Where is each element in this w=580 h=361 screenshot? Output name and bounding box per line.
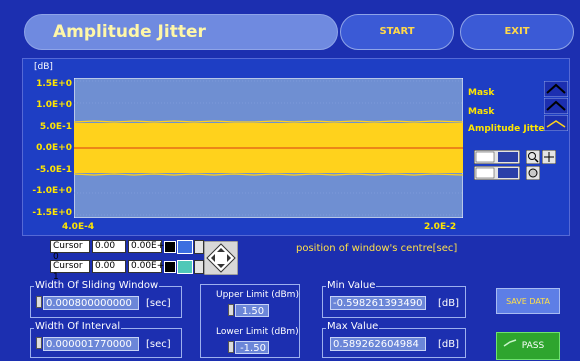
min-value-display: -0.598261393490 [330,296,426,310]
start-label: START [379,26,415,37]
y-tick: 1.5E+0 [36,79,72,89]
y-tick: -1.5E+0 [32,208,72,218]
cursor-style-swatch[interactable] [164,241,176,253]
cursor-x[interactable]: 0.00 [92,260,126,273]
cursor-style-swatch[interactable] [164,261,176,273]
cursor-name[interactable]: Cursor 0 [50,240,90,262]
interval-spinner[interactable] [36,337,42,349]
lower-limit-spinner[interactable] [228,341,234,353]
x-axis-label: position of window's centre[sec] [296,243,458,254]
legend-item-amplitude-jitter[interactable]: Amplitude Jitter [468,116,549,135]
page-title: Amplitude Jitter [53,22,206,42]
y-tick: 1.0E+0 [36,100,72,110]
cursor-lock-icon[interactable] [194,240,204,254]
y-scale-format-icon[interactable] [474,166,520,180]
start-button[interactable]: START [340,14,454,50]
upper-limit-spinner[interactable] [228,304,234,316]
pass-indicator: PASS [496,332,560,360]
y-tick: -5.0E-1 [36,165,72,175]
y-tick: 0.0E+0 [36,143,72,153]
legend-swatch-jitter-icon [544,115,568,131]
plot-area[interactable] [74,78,463,218]
x-end-label: 2.0E-2 [424,222,457,232]
legend-item-mask-upper[interactable]: Mask [468,80,494,99]
x-start-label: 4.0E-4 [62,222,95,232]
cursor-y[interactable]: 0.00E+ [128,260,164,273]
pass-led-icon [503,339,517,347]
cursor-lock-icon[interactable] [194,260,204,274]
max-value-display: 0.589262604984 [330,337,426,351]
upper-limit-label: Upper Limit (dBm) [216,290,299,300]
max-value-label: Max Value [326,321,380,332]
upper-limit-input[interactable]: 1.50 [235,304,269,317]
interval-unit: [sec] [146,339,171,350]
cursor-name[interactable]: Cursor 1 [50,260,90,282]
legend-label: Amplitude Jitter [468,124,549,134]
cursor-y[interactable]: 0.00E+ [128,240,164,253]
save-data-label: SAVE DATA [506,297,550,306]
cursor-move-diamond-icon[interactable] [204,241,238,275]
max-value-unit: [dB] [438,339,460,350]
x-scale-format-icon[interactable] [474,150,520,164]
y-tick: 5.0E-1 [39,122,72,132]
exit-button[interactable]: EXIT [460,14,574,50]
title-banner: Amplitude Jitter [24,14,338,50]
legend-label: Mask [468,88,495,98]
legend: Mask Mask Amplitude Jitter [468,80,572,134]
pan-hand-icon[interactable] [526,166,540,180]
cursor-color-swatch[interactable] [177,240,193,254]
cursor-row: Cursor 0 0.00 0.00E+ [50,240,210,262]
y-axis-ticks: 1.5E+0 1.0E+0 5.0E-1 0.0E+0 -5.0E-1 -1.0… [22,74,72,224]
interval-label: Width Of Interval [34,321,122,332]
cursor-row: Cursor 1 0.00 0.00E+ [50,260,210,282]
exit-label: EXIT [504,26,530,37]
sliding-window-label: Width Of Sliding Window [34,280,160,291]
legend-swatch-mask-upper-icon [544,81,568,97]
lower-limit-input[interactable]: -1.50 [235,341,269,354]
save-data-button[interactable]: SAVE DATA [496,288,560,314]
zoom-icon[interactable] [526,150,540,164]
crosshair-icon[interactable] [542,150,556,164]
sliding-window-spinner[interactable] [36,296,42,308]
interval-input[interactable]: 0.000001770000 [43,337,139,351]
cursor-x[interactable]: 0.00 [92,240,126,253]
min-value-label: Min Value [326,280,377,291]
y-unit-label: [dB] [34,62,53,72]
cursor-color-swatch[interactable] [177,260,193,274]
lower-limit-label: Lower Limit (dBm) [216,327,299,337]
sliding-window-unit: [sec] [146,298,171,309]
sliding-window-input[interactable]: 0.000800000000 [43,296,139,310]
legend-swatch-mask-lower-icon [544,98,568,114]
min-value-unit: [dB] [438,298,460,309]
y-tick: -1.0E+0 [32,186,72,196]
graph-palette [474,150,564,182]
